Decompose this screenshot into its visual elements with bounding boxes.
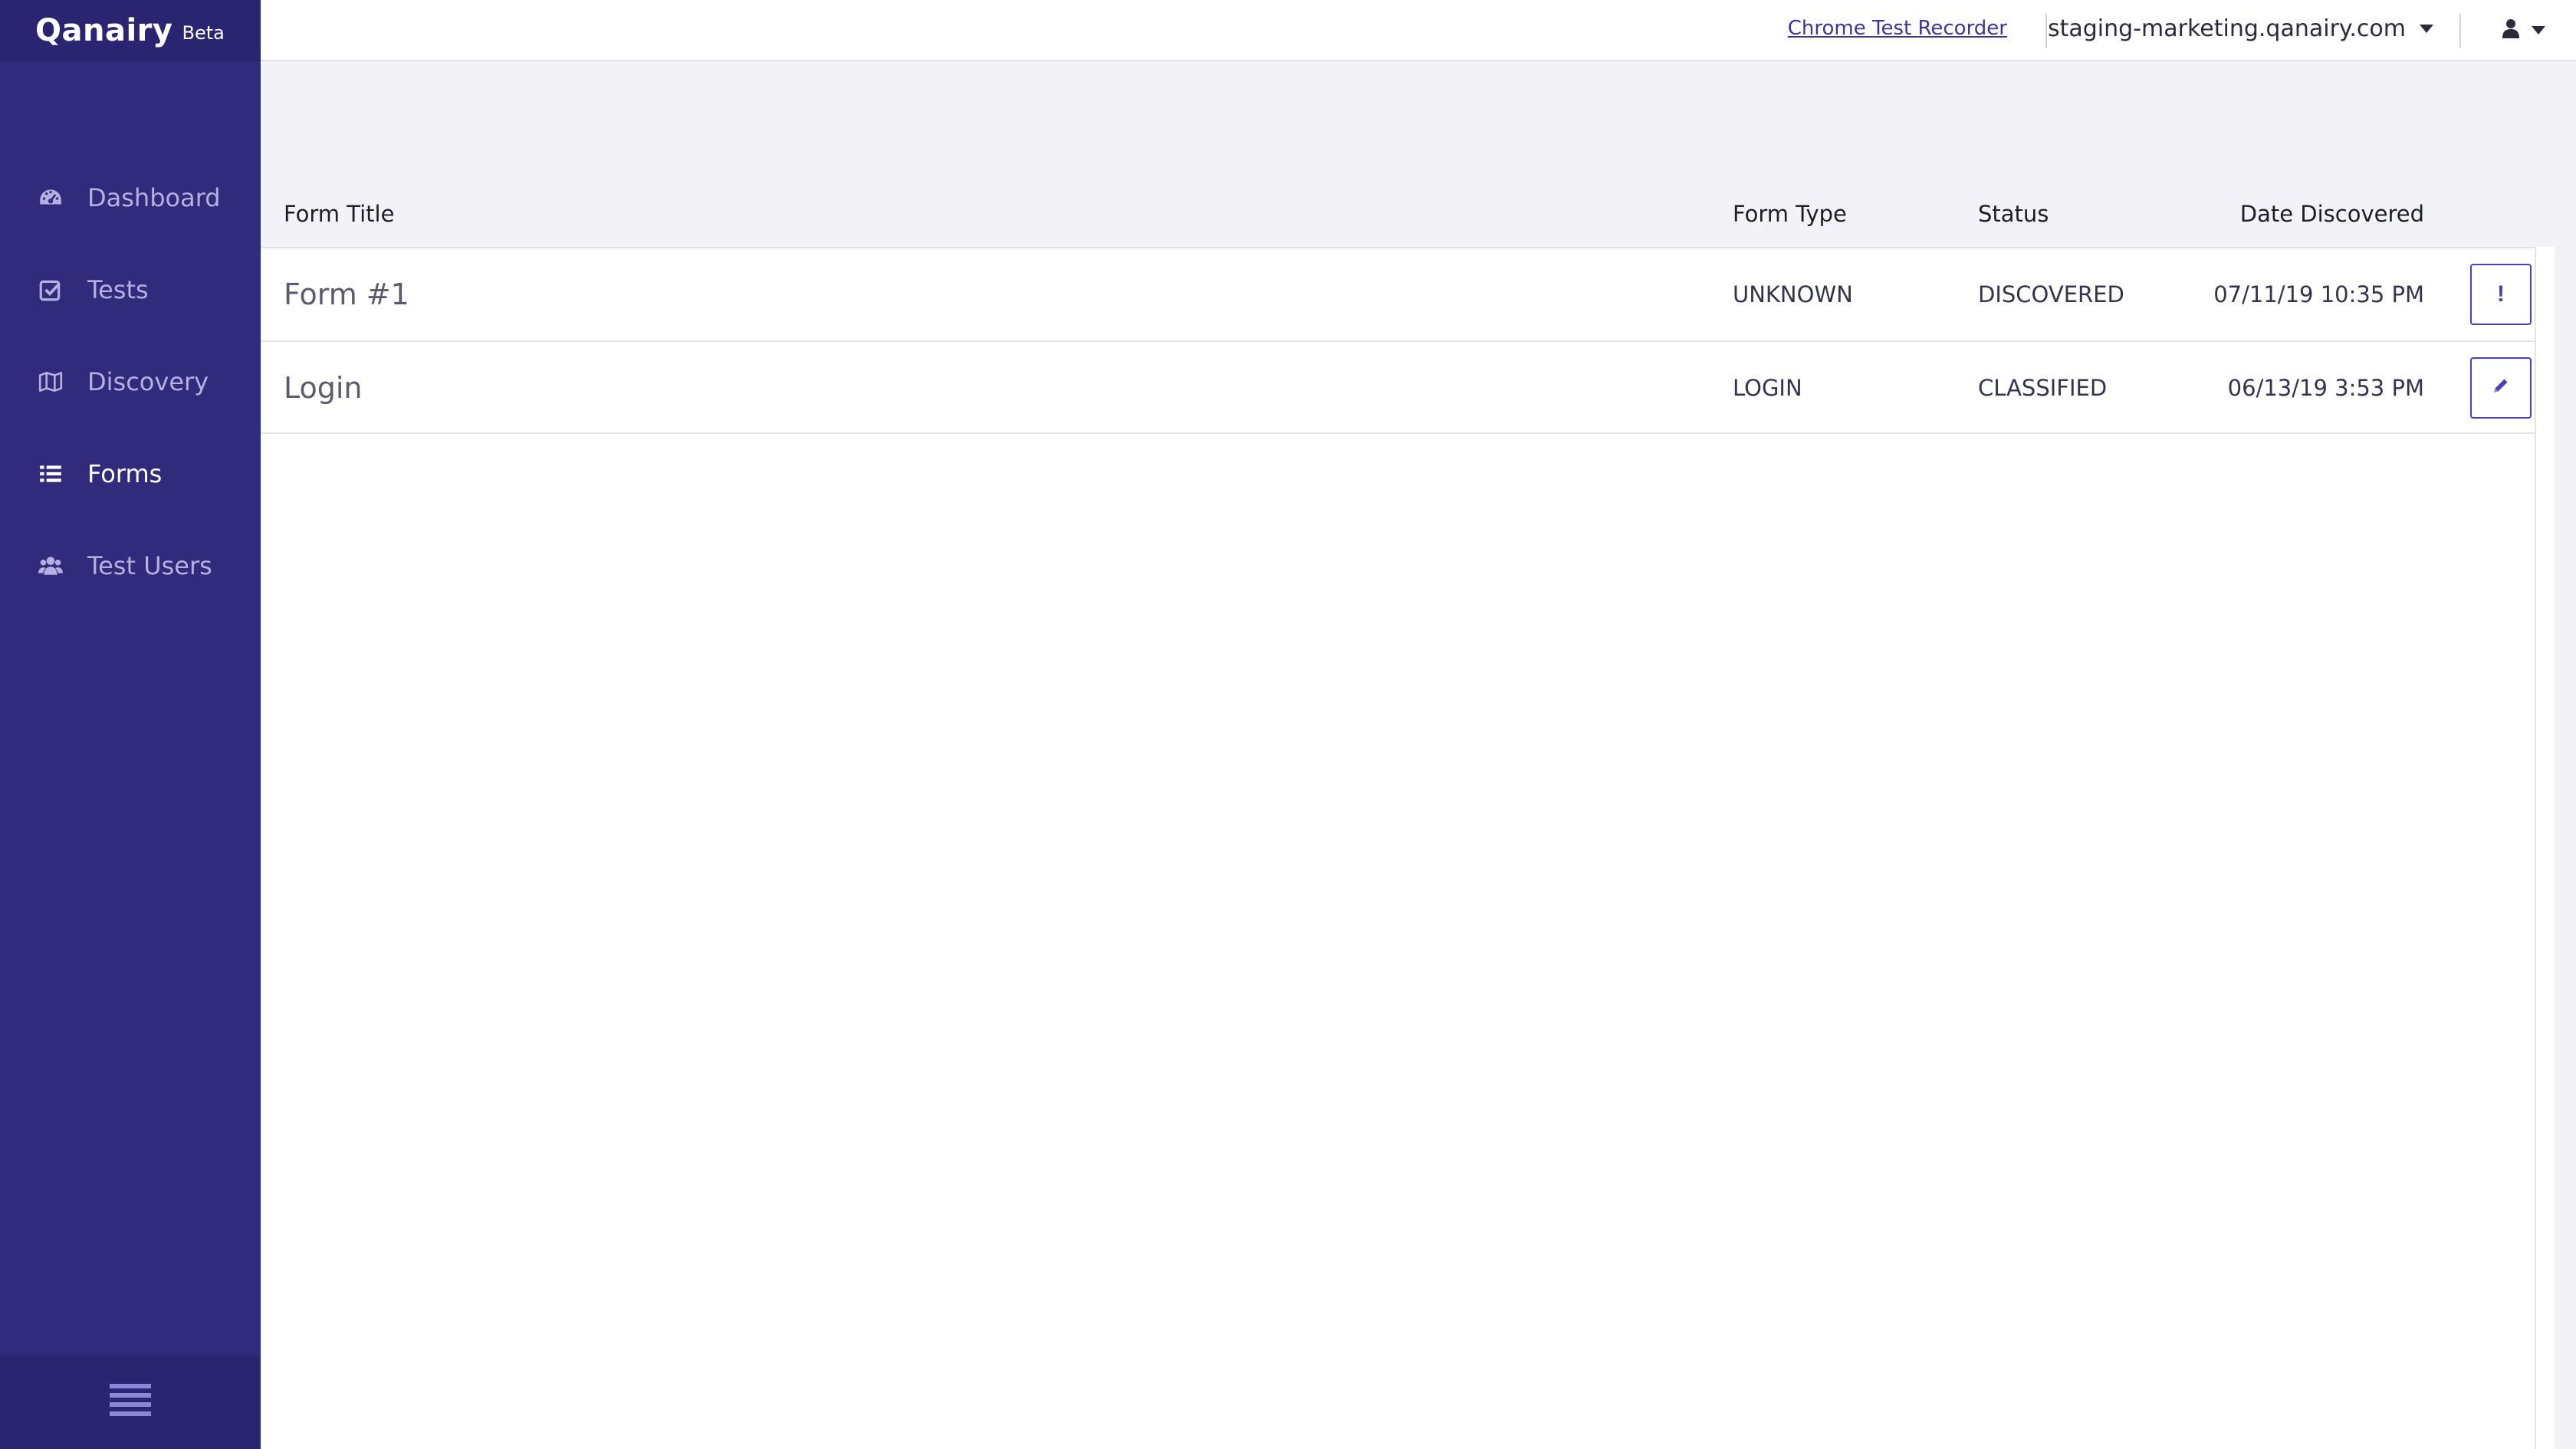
sidebar-item-dashboard[interactable]: Dashboard [0,152,261,244]
sidebar-item-label: Forms [87,459,163,488]
column-header-date-discovered[interactable]: Date Discovered [2240,201,2424,227]
sidebar-item-discovery[interactable]: Discovery [0,336,261,428]
date-discovered-cell: 07/11/19 10:35 PM [2213,281,2424,307]
user-menu[interactable] [2502,18,2545,41]
sidebar-item-label: Dashboard [87,183,221,212]
table-row[interactable]: Login LOGIN CLASSIFIED 06/13/19 3:53 PM [261,340,2555,434]
users-icon [37,552,64,580]
site-select-value: staging-marketing.qanairy.com [2047,15,2406,42]
table-header-band: Form Title Form Type Status Date Discove… [261,63,2555,247]
user-icon [2502,18,2519,41]
sidebar-item-forms[interactable]: Forms [0,428,261,520]
sidebar-item-label: Tests [87,275,149,304]
form-title-cell[interactable]: Login [284,342,363,434]
hamburger-menu-icon [110,1382,151,1422]
table-row[interactable]: Form #1 UNKNOWN DISCOVERED 07/11/19 10:3… [261,247,2555,340]
scrollbar[interactable] [2535,247,2555,1449]
chevron-down-icon [2532,25,2545,34]
sidebar-item-tests[interactable]: Tests [0,244,261,336]
list-icon [37,460,64,488]
sidebar: Qanairy Beta Dashboard Tests Discovery F… [0,0,261,1449]
sidebar-item-label: Discovery [87,367,209,396]
exclamation-icon: ! [2497,281,2505,307]
site-select[interactable]: staging-marketing.qanairy.com [2048,15,2433,42]
date-discovered-cell: 06/13/19 3:53 PM [2227,375,2424,401]
column-header-form-title[interactable]: Form Title [284,201,394,227]
sidebar-item-label: Test Users [87,551,212,580]
form-type-cell: UNKNOWN [1733,281,1853,307]
edit-form-button[interactable] [2470,357,2532,419]
divider [2459,14,2461,48]
sidebar-nav: Dashboard Tests Discovery Forms Test Use… [0,152,261,612]
chrome-test-recorder-link[interactable]: Chrome Test Recorder [1788,17,2007,40]
status-cell: DISCOVERED [1978,281,2124,307]
sidebar-item-test-users[interactable]: Test Users [0,520,261,612]
classify-form-button[interactable]: ! [2470,264,2532,325]
dashboard-icon [37,184,64,212]
forms-page: Form Title Form Type Status Date Discove… [261,63,2555,1449]
form-type-cell: LOGIN [1733,375,1802,401]
top-bar: Chrome Test Recorder staging-marketing.q… [261,0,2576,61]
brand-logo: Qanairy [35,13,173,48]
column-header-form-type[interactable]: Form Type [1733,201,1847,227]
divider [2045,14,2047,48]
column-header-status[interactable]: Status [1978,201,2049,227]
form-title-cell[interactable]: Form #1 [284,248,409,340]
sidebar-toggle[interactable] [0,1355,261,1449]
map-icon [37,368,64,396]
check-square-icon [37,276,64,304]
pencil-icon [2492,375,2510,401]
chevron-down-icon [2420,25,2433,33]
status-cell: CLASSIFIED [1978,375,2108,401]
beta-label: Beta [182,22,225,44]
brand-header[interactable]: Qanairy Beta [0,0,261,61]
